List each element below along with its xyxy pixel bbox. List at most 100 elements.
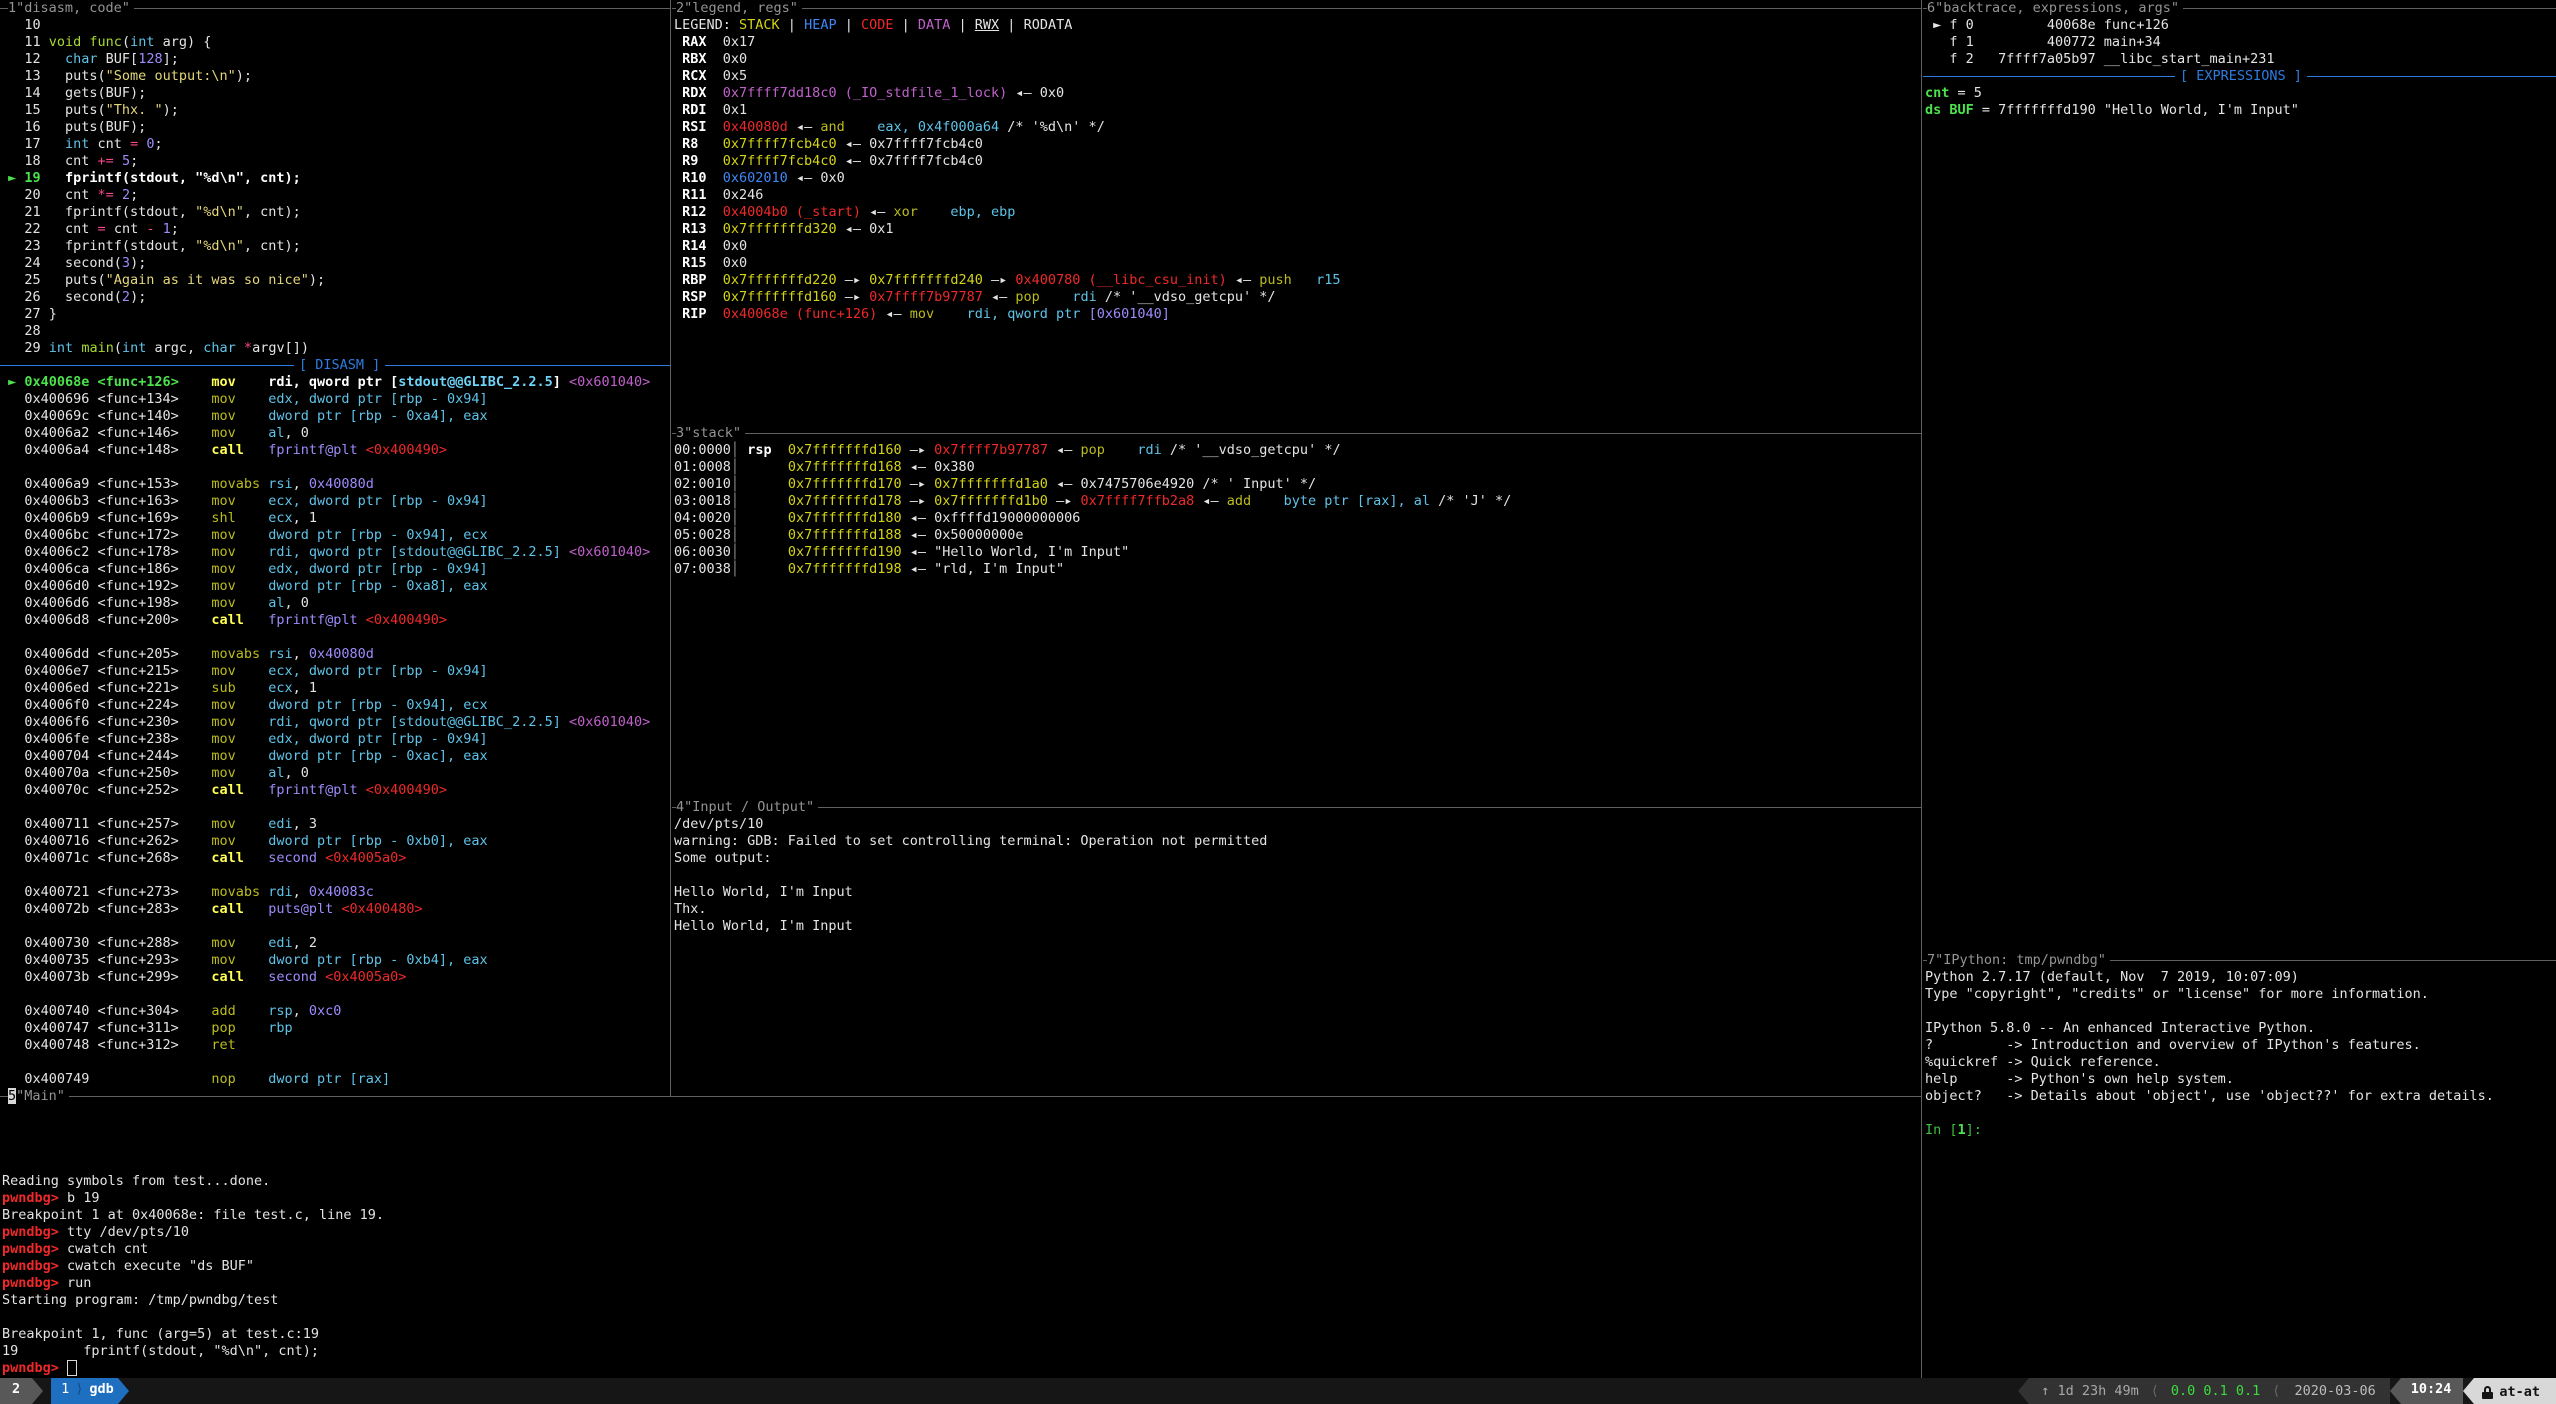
text-segment: ecx [268, 510, 292, 526]
terminal-line: R9 0x7ffff7fcb4c0 ◂— 0x7ffff7fcb4c0 [674, 153, 1920, 170]
text-segment: rdi, qword ptr [967, 306, 1089, 322]
text-segment: mov [211, 374, 235, 390]
terminal-line: ► 0x40068e <func+126> mov rdi, qword ptr… [0, 374, 670, 391]
text-segment: 0x40083c [309, 884, 374, 900]
text-segment: [0x601040] [1089, 306, 1170, 322]
text-segment [154, 221, 162, 237]
text-segment: 0x400740 <func+304> [0, 1003, 211, 1019]
backtrace-view[interactable]: ► f 0 40068e func+126 f 1 400772 main+34… [1925, 17, 2555, 68]
terminal-line: 00:0000│ rsp 0x7fffffffd160 —▸ 0x7ffff7b… [674, 442, 1920, 459]
text-segment [236, 935, 269, 951]
text-segment [236, 374, 269, 390]
registers-view[interactable]: LEGEND: STACK | HEAP | CODE | DATA | RWX… [674, 17, 1920, 323]
text-segment: 0x40080d [723, 119, 788, 135]
text-segment: "Some output:\n" [106, 68, 236, 84]
stack-view[interactable]: 00:0000│ rsp 0x7fffffffd160 —▸ 0x7ffff7b… [674, 442, 1920, 578]
terminal-line [0, 867, 670, 884]
text-segment: —▸ [983, 272, 1016, 288]
text-segment: R13 [674, 221, 723, 237]
text-segment: 0x0 [723, 238, 747, 254]
terminal-line: Some output: [674, 850, 1920, 867]
text-segment: <0x601040> [569, 714, 650, 730]
text-segment: 14 gets(BUF); [0, 85, 146, 101]
pane-number: 7 [1927, 952, 1935, 968]
text-segment: mov [211, 714, 235, 730]
text-segment: int [49, 340, 73, 356]
text-segment: 0x400780 (__libc_csu_init) [1015, 272, 1226, 288]
text-segment: puts@plt [268, 901, 333, 917]
text-segment: 01:0008 [674, 459, 731, 475]
text-segment: , [293, 935, 309, 951]
expressions-view[interactable]: cnt = 5ds BUF = 7fffffffd190 "Hello Worl… [1925, 85, 2555, 119]
text-segment [41, 170, 65, 186]
source-code-view[interactable]: 10 11 void func(int arg) { 12 char BUF[1… [0, 17, 670, 357]
pane-title-text: "stack" [684, 425, 741, 441]
text-segment: 0x7fffffffd160 [723, 289, 837, 305]
text-segment: 0x7fffffffd168 [788, 459, 902, 475]
text-segment: ◂— [788, 119, 821, 135]
text-segment: 3 [122, 255, 130, 271]
text-segment: al [268, 595, 284, 611]
text-segment: IPython 5.8.0 -- An enhanced Interactive… [1925, 1020, 2315, 1036]
pane-title-text: "Input / Output" [684, 799, 814, 815]
text-segment: 0x40070a <func+250> [0, 765, 211, 781]
text-segment [739, 544, 788, 560]
terminal-line: R12 0x4004b0 (_start) ◂— xor ebp, ebp [674, 204, 1920, 221]
ipython-console[interactable]: Python 2.7.17 (default, Nov 7 2019, 10:0… [1925, 969, 2555, 1139]
text-segment: 13 puts( [0, 68, 106, 84]
text-segment: <0x400490> [366, 442, 447, 458]
text-segment [236, 578, 269, 594]
text-segment: Breakpoint 1, func (arg=5) at test.c:19 [2, 1326, 319, 1342]
text-segment [358, 782, 366, 798]
terminal-line: 0x4006a2 <func+146> mov al, 0 [0, 425, 670, 442]
text-segment: 10 [0, 17, 41, 33]
pane-number: 2 [676, 0, 684, 16]
text-segment: pop [1080, 442, 1104, 458]
text-segment: 0x380 [934, 459, 975, 475]
tmux-session-badge[interactable]: 2 [0, 1378, 32, 1404]
text-segment: fprintf@plt [268, 612, 357, 628]
terminal-line: R10 0x602010 ◂— 0x0 [674, 170, 1920, 187]
terminal-line: RDI 0x1 [674, 102, 1920, 119]
gdb-console[interactable]: Reading symbols from test...done.pwndbg>… [2, 1105, 1920, 1377]
text-segment: rdi [268, 884, 292, 900]
pane-title-ipython: 7"IPython: tmp/pwndbg" [1927, 952, 2110, 969]
terminal-line [0, 459, 670, 476]
hostname-text: at-at [2499, 1384, 2540, 1401]
text-segment: += [98, 153, 114, 169]
text-segment: /dev/pts/10 [674, 816, 763, 832]
text-segment [236, 714, 269, 730]
terminal-line: ds BUF = 7fffffffd190 "Hello World, I'm … [1925, 102, 2555, 119]
text-segment [236, 493, 269, 509]
text-segment: 0x7fffffffd1a0 [934, 476, 1048, 492]
text-segment: pwndbg> [2, 1360, 67, 1376]
text-segment: RIP [674, 306, 723, 322]
terminal-line: Python 2.7.17 (default, Nov 7 2019, 10:0… [1925, 969, 2555, 986]
text-segment: 0x4006a4 <func+148> [0, 442, 211, 458]
text-segment [236, 1003, 269, 1019]
text-segment: | [780, 17, 804, 33]
text-segment: "Thx. " [106, 102, 163, 118]
text-segment: mov [211, 833, 235, 849]
text-segment [358, 612, 366, 628]
disassembly-view[interactable]: ► 0x40068e <func+126> mov rdi, qword ptr… [0, 374, 670, 1088]
text-segment: Thx. [674, 901, 715, 917]
terminal-line: help -> Python's own help system. [1925, 1071, 2555, 1088]
text-segment: stdout@@GLIBC_2.2.5 [398, 374, 552, 390]
pane-number-active: 5 [8, 1088, 16, 1104]
pane-title-input-output: 4"Input / Output" [676, 799, 818, 816]
text-segment [236, 663, 269, 679]
text-segment: 28 [0, 323, 41, 339]
text-segment: ◂— [1194, 493, 1227, 509]
text-segment: 0x40071c <func+268> [0, 850, 211, 866]
tmux-window-gdb[interactable]: 1⟩gdb [51, 1378, 118, 1404]
text-segment [739, 442, 747, 458]
text-segment [236, 561, 269, 577]
text-segment: Breakpoint 1 at 0x40068e: file test.c, l… [2, 1207, 384, 1223]
text-segment: ► [0, 374, 24, 390]
text-segment: ◂— [1048, 442, 1081, 458]
terminal-line: f 1 400772 main+34 [1925, 34, 2555, 51]
text-segment: 0x4006d6 <func+198> [0, 595, 211, 611]
program-io-view[interactable]: /dev/pts/10warning: GDB: Failed to set c… [674, 816, 1920, 935]
terminal-line: 0x40071c <func+268> call second <0x4005a… [0, 850, 670, 867]
